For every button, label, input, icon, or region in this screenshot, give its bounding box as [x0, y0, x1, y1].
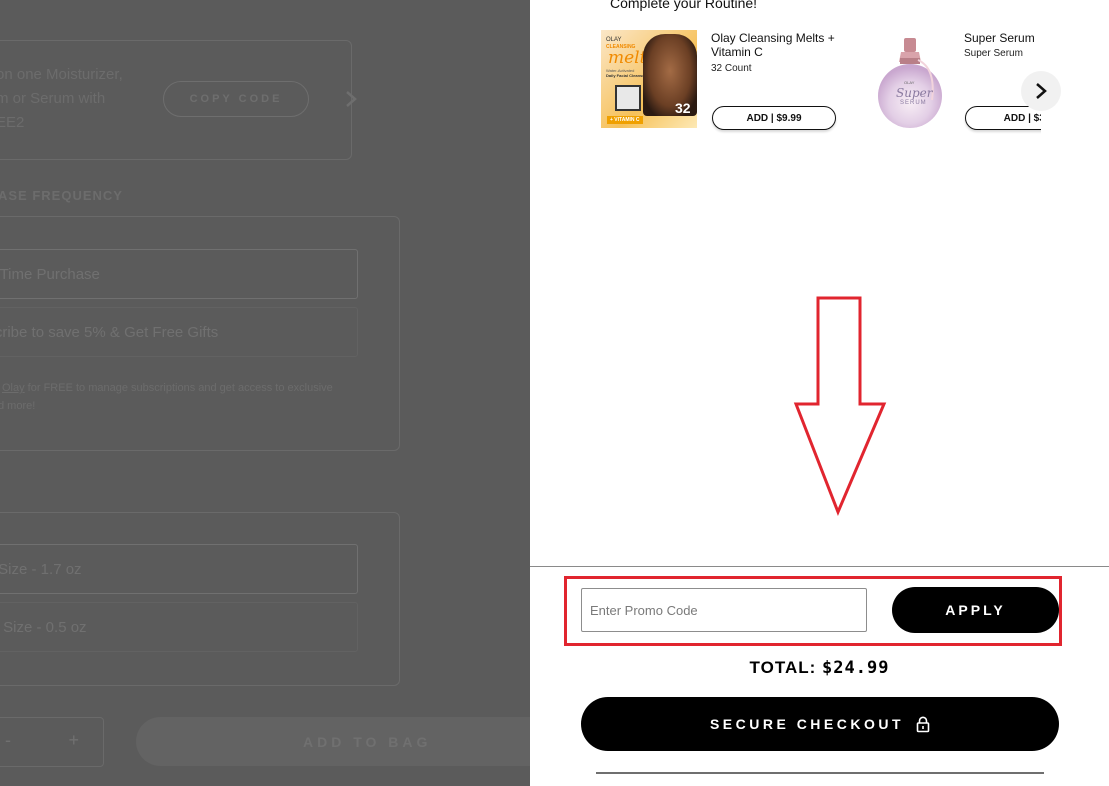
chevron-right-icon[interactable]: [344, 89, 358, 109]
subscribe-option[interactable]: bscribe to save 5% & Get Free Gifts: [0, 307, 358, 357]
promo-offer-line-2: m or Serum with: [0, 90, 106, 107]
product-name[interactable]: Super Serum: [964, 31, 1041, 45]
total-amount: $24.99: [822, 658, 890, 678]
promo-code-input[interactable]: [581, 588, 867, 632]
serum-bottle-graphic: [878, 38, 942, 128]
checkout-divider: [596, 772, 1044, 774]
trial-size-label: rial Size - 0.5 oz: [0, 618, 87, 636]
super-serum-image[interactable]: OLAY Super SERUM: [868, 30, 953, 128]
quantity-increase-button[interactable]: +: [68, 730, 79, 751]
cart-divider: [530, 566, 1109, 567]
order-total: TOTAL: $24.99: [530, 658, 1109, 678]
serum-line2: SERUM: [900, 100, 927, 106]
full-size-label: ull Size - 1.7 oz: [0, 560, 82, 578]
full-size-option[interactable]: ull Size - 1.7 oz: [0, 544, 358, 594]
product-subtitle: 32 Count: [711, 63, 752, 74]
promo-offer-line-1: on one Moisturizer,: [0, 66, 123, 83]
trial-size-option[interactable]: rial Size - 0.5 oz: [0, 602, 358, 652]
copy-code-button[interactable]: COPY CODE: [163, 81, 309, 117]
total-label: TOTAL:: [749, 658, 817, 677]
add-super-serum-button[interactable]: ADD | $34: [965, 106, 1041, 130]
product-card-super-serum: OLAY Super SERUM Super Serum Super Serum…: [860, 30, 1041, 140]
add-cleansing-melts-button[interactable]: ADD | $9.99: [712, 106, 836, 130]
chevron-right-icon: [1036, 83, 1047, 99]
cleansing-melts-line4: Daily Facial Cleanser: [606, 73, 647, 78]
quantity-stepper[interactable]: - +: [0, 717, 104, 767]
subscription-note-line-1: Olay for FREE to manage subscriptions an…: [2, 382, 333, 394]
cleansing-melts-brand: OLAY: [606, 37, 622, 43]
routine-heading: Complete your Routine!: [610, 0, 758, 11]
melt-tablet: [615, 85, 641, 111]
one-time-purchase-label: ne Time Purchase: [0, 265, 100, 283]
checkout-label: SECURE CHECKOUT: [709, 716, 905, 732]
olay-link[interactable]: Olay: [2, 382, 25, 394]
product-name[interactable]: Olay Cleansing Melts + Vitamin C: [711, 31, 841, 59]
apply-promo-button[interactable]: APPLY: [892, 587, 1059, 633]
serum-line1: Super: [896, 86, 933, 100]
subscription-note-line-2: d more!: [0, 400, 36, 412]
quantity-decrease-button[interactable]: -: [5, 730, 11, 751]
size-card: [0, 512, 400, 686]
lock-icon: [916, 716, 930, 733]
one-time-purchase-option[interactable]: ne Time Purchase: [0, 249, 358, 299]
background-product-page: on one Moisturizer, m or Serum with EE2 …: [0, 0, 530, 786]
annotation-down-arrow-icon: [793, 296, 887, 516]
cleansing-melts-count: 32: [675, 100, 691, 116]
secure-checkout-button[interactable]: SECURE CHECKOUT: [581, 697, 1059, 751]
serum-brand: OLAY: [904, 80, 915, 85]
carousel-next-button[interactable]: [1021, 71, 1061, 111]
product-subtitle: Super Serum: [964, 48, 1023, 59]
cart-drawer: Complete your Routine! OLAY CLEANSING me…: [530, 0, 1109, 786]
purchase-frequency-heading: ASE FREQUENCY: [0, 188, 123, 203]
product-card-cleansing-melts: OLAY CLEANSING melts Water-Activated Dai…: [601, 30, 841, 140]
add-to-bag-label: ADD TO BAG: [303, 733, 432, 750]
vitamin-c-badge: + VITAMIN C: [607, 116, 643, 124]
subscribe-label: bscribe to save 5% & Get Free Gifts: [0, 323, 219, 341]
promo-offer-line-3: EE2: [0, 114, 25, 131]
add-to-bag-button[interactable]: ADD TO BAG: [136, 717, 530, 766]
cleansing-melts-image[interactable]: OLAY CLEANSING melts Water-Activated Dai…: [601, 30, 697, 128]
subscription-note-text: for FREE to manage subscriptions and get…: [24, 382, 333, 394]
